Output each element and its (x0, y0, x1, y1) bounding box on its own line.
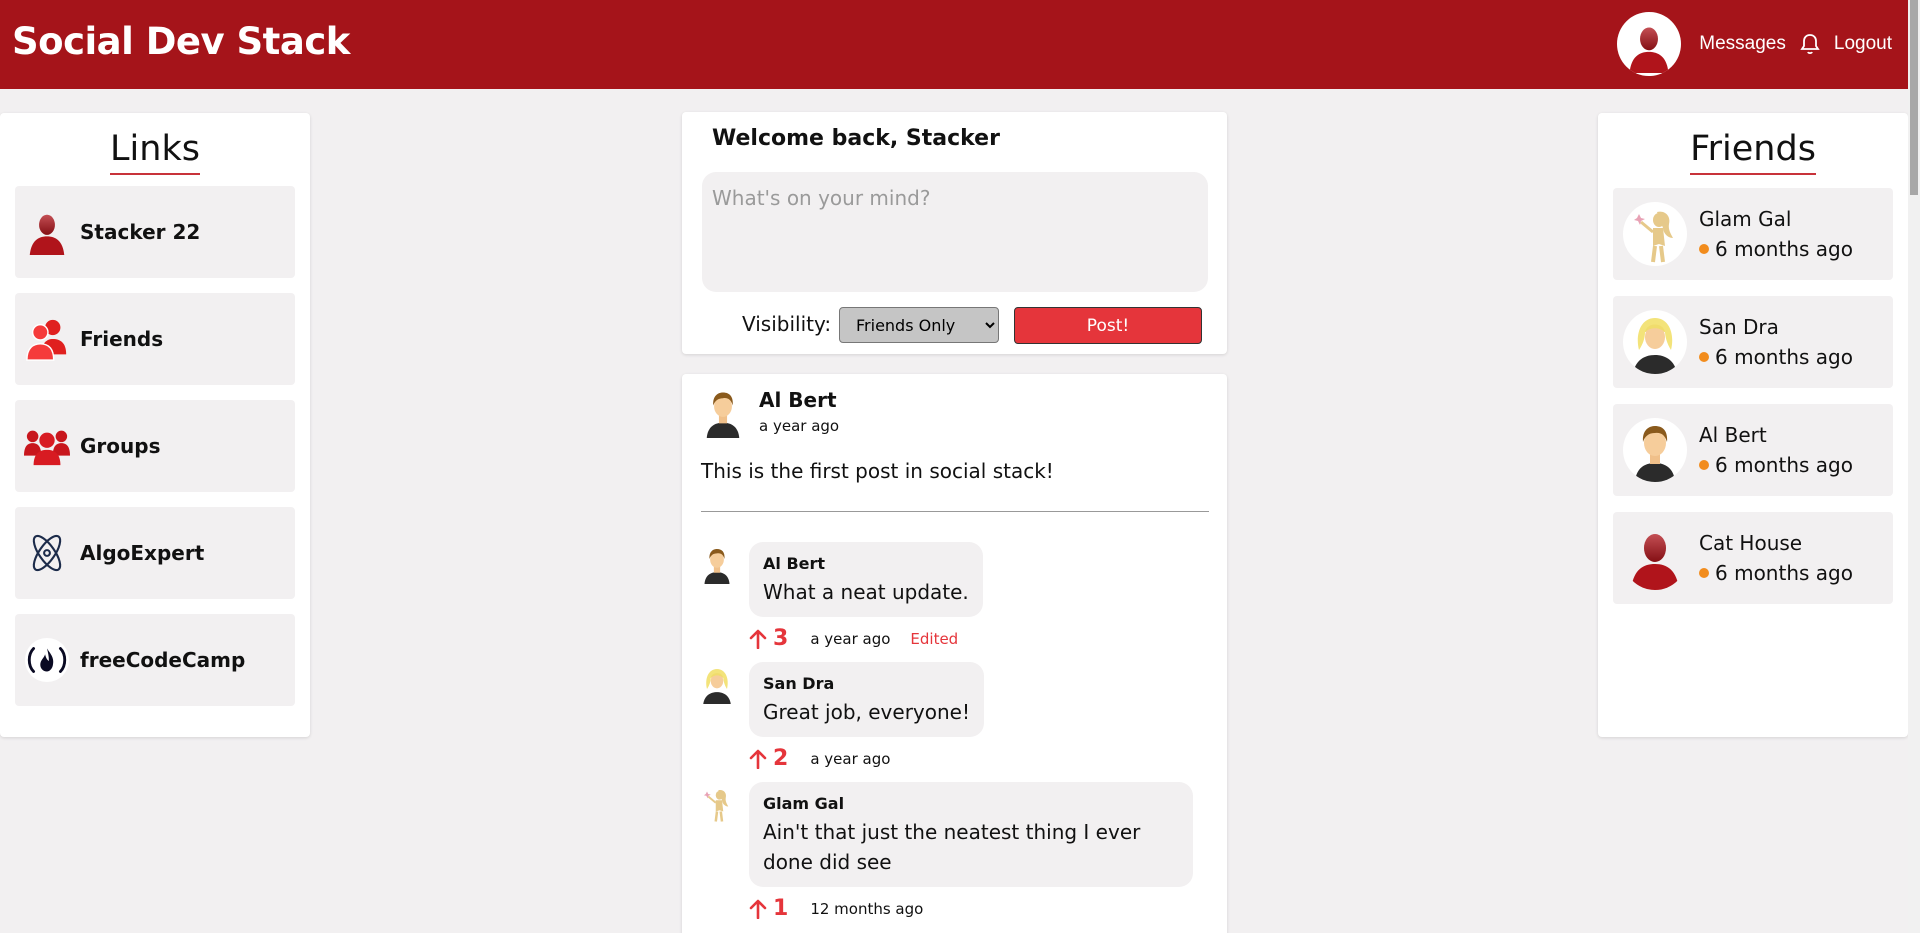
post-input[interactable] (702, 172, 1208, 292)
friends-title: Friends (1598, 129, 1908, 175)
visibility-label: Visibility: (742, 312, 832, 336)
nav-right: Messages Logout (1617, 12, 1892, 76)
link-label: freeCodeCamp (80, 648, 246, 672)
friends-panel: Friends Glam Gal 6 months ago San Dra 6 … (1598, 113, 1908, 737)
groups-icon (23, 422, 71, 470)
friend-status: 6 months ago (1699, 453, 1853, 477)
comment-meta: 3 a year ago Edited (749, 626, 958, 651)
link-groups[interactable]: Groups (15, 400, 295, 492)
link-algoexpert[interactable]: AlgoExpert (15, 507, 295, 599)
friend-item-cat-house[interactable]: Cat House 6 months ago (1613, 512, 1893, 604)
friend-item-al-bert[interactable]: Al Bert 6 months ago (1613, 404, 1893, 496)
comment-timestamp: 12 months ago (810, 899, 924, 918)
arrow-up-icon (749, 629, 767, 649)
post-button[interactable]: Post! (1014, 307, 1202, 344)
friend-avatar (1623, 310, 1687, 374)
friends-icon (23, 315, 71, 363)
post-body: This is the first post in social stack! (701, 459, 1054, 483)
link-label: Friends (80, 327, 164, 351)
comment-author[interactable]: Al Bert (763, 554, 969, 573)
friend-status: 6 months ago (1699, 345, 1853, 369)
comment-timestamp: a year ago (810, 629, 891, 648)
upvote-button[interactable]: 2 (749, 746, 788, 771)
comment-bubble: San Dra Great job, everyone! (749, 662, 984, 737)
post-divider (701, 511, 1209, 512)
comment-text: Ain't that just the neatest thing I ever… (763, 820, 1141, 874)
logout-link[interactable]: Logout (1834, 33, 1892, 55)
comment-avatar[interactable] (697, 782, 737, 826)
friend-status: 6 months ago (1699, 561, 1853, 585)
link-stacker-22[interactable]: Stacker 22 (15, 186, 295, 278)
post-timestamp: a year ago (759, 417, 840, 435)
link-label: AlgoExpert (80, 541, 205, 565)
visibility-select[interactable]: Friends Only (839, 307, 999, 343)
friend-avatar (1623, 418, 1687, 482)
link-label: Stacker 22 (80, 220, 201, 244)
link-label: Groups (80, 434, 161, 458)
comment-meta: 1 12 months ago (749, 896, 923, 921)
welcome-title: Welcome back, Stacker (712, 126, 1000, 151)
links-title: Links (0, 129, 310, 175)
friends-list: Glam Gal 6 months ago San Dra 6 months a… (1613, 188, 1893, 620)
comment-timestamp: a year ago (810, 749, 891, 768)
status-dot-icon (1699, 460, 1709, 470)
post-author[interactable]: Al Bert (759, 388, 837, 412)
post-composer: Welcome back, Stacker Visibility: Friend… (682, 112, 1227, 354)
atom-icon (23, 529, 71, 577)
friend-name: San Dra (1699, 315, 1779, 339)
upvote-button[interactable]: 3 (749, 626, 788, 651)
arrow-up-icon (749, 749, 767, 769)
links-list: Stacker 22 Friends Groups AlgoExpert fre… (15, 186, 295, 721)
friend-avatar (1623, 202, 1687, 266)
comment-text: What a neat update. (763, 580, 969, 604)
link-freecodecamp[interactable]: freeCodeCamp (15, 614, 295, 706)
vote-count: 2 (773, 746, 789, 771)
status-dot-icon (1699, 568, 1709, 578)
edited-label: Edited (910, 629, 959, 648)
status-dot-icon (1699, 244, 1709, 254)
status-dot-icon (1699, 352, 1709, 362)
comment-avatar[interactable] (697, 542, 737, 586)
friend-status: 6 months ago (1699, 237, 1853, 261)
comment-bubble: Al Bert What a neat update. (749, 542, 983, 617)
brand-logo[interactable]: Social Dev Stack (12, 20, 350, 63)
scrollbar-thumb[interactable] (1910, 0, 1918, 195)
upvote-button[interactable]: 1 (749, 896, 788, 921)
friend-item-glam-gal[interactable]: Glam Gal 6 months ago (1613, 188, 1893, 280)
freecodecamp-icon (23, 636, 71, 684)
links-panel: Links Stacker 22 Friends Groups AlgoExpe… (0, 113, 310, 737)
comment-author[interactable]: San Dra (763, 674, 970, 693)
comment-avatar[interactable] (697, 662, 737, 706)
user-icon (23, 208, 71, 256)
arrow-up-icon (749, 899, 767, 919)
top-navbar: Social Dev Stack Messages Logout (0, 0, 1908, 89)
friend-avatar (1623, 526, 1687, 590)
comment-author[interactable]: Glam Gal (763, 794, 1179, 813)
messages-link[interactable]: Messages (1699, 33, 1786, 55)
comment-text: Great job, everyone! (763, 700, 970, 724)
post-card: Al Bert a year ago This is the first pos… (682, 374, 1227, 933)
friend-name: Cat House (1699, 531, 1803, 555)
comment-meta: 2 a year ago (749, 746, 890, 771)
vote-count: 3 (773, 626, 789, 651)
vote-count: 1 (773, 896, 789, 921)
friend-name: Al Bert (1699, 423, 1767, 447)
comment-bubble: Glam Gal Ain't that just the neatest thi… (749, 782, 1193, 887)
friend-name: Glam Gal (1699, 207, 1792, 231)
profile-avatar[interactable] (1617, 12, 1682, 76)
page-scrollbar[interactable] (1908, 0, 1920, 933)
post-author-avatar[interactable] (697, 384, 749, 440)
friend-item-san-dra[interactable]: San Dra 6 months ago (1613, 296, 1893, 388)
link-friends[interactable]: Friends (15, 293, 295, 385)
bell-icon[interactable] (1800, 33, 1820, 55)
